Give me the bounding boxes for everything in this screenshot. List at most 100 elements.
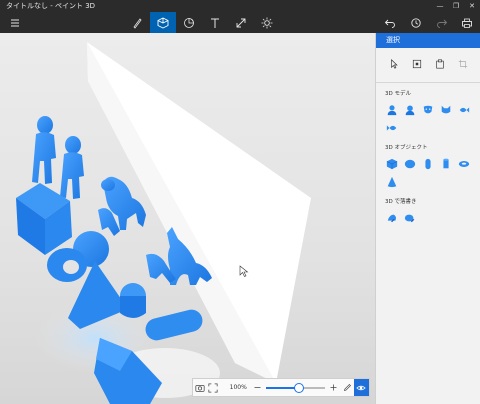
sphere-object-icon [404, 159, 416, 169]
section-3d-objects-title: 3D オブジェクト [385, 145, 428, 151]
paste-button[interactable] [434, 58, 446, 70]
text-tool-button[interactable] [202, 12, 228, 33]
woman-model-button[interactable] [403, 103, 417, 117]
panel-title: 選択 [376, 33, 480, 48]
undo-icon [384, 19, 395, 28]
3d-shapes-panel: 選択 3D モデル 3D オブジェクト 3D で落書き [375, 33, 480, 404]
cube-object-button[interactable] [385, 157, 399, 171]
dog-face-icon [423, 105, 433, 114]
selection-tools [376, 58, 480, 70]
panel-divider [376, 82, 480, 83]
section-3d-doodle-title: 3D で落書き [385, 199, 417, 205]
zoom-in-button[interactable] [327, 381, 340, 395]
torus-model[interactable] [47, 248, 87, 282]
capsule-object-button[interactable] [421, 157, 435, 171]
fish-icon [459, 107, 470, 113]
cube-icon [157, 16, 169, 29]
3d-scene[interactable] [0, 33, 375, 404]
torus-object-icon [458, 161, 470, 167]
redo-button[interactable] [429, 12, 455, 33]
pencil-icon [343, 384, 351, 391]
zoom-slider[interactable] [266, 382, 326, 393]
cylinder-object-icon [443, 158, 449, 169]
sun-icon [261, 17, 273, 28]
zoom-out-button[interactable] [251, 381, 264, 395]
3d-doodle-row [385, 211, 480, 225]
title-bar: タイトルなし - ペイント 3D — ❐ ✕ [0, 0, 480, 12]
man-model-button[interactable] [385, 103, 399, 117]
close-button[interactable]: ✕ [464, 0, 480, 12]
camera-button[interactable] [193, 381, 206, 395]
history-button[interactable] [403, 12, 429, 33]
cat-face-icon [441, 105, 451, 114]
dog-model-button[interactable] [421, 103, 435, 117]
zoom-bar: 100% [192, 378, 370, 397]
cylinder-object-button[interactable] [439, 157, 453, 171]
undo-button[interactable] [377, 12, 403, 33]
redo-icon [437, 19, 448, 28]
window-controls: — ❐ ✕ [432, 0, 480, 12]
main-toolbar [0, 12, 480, 33]
edit-view-button[interactable] [340, 381, 353, 395]
person-model-2[interactable] [60, 136, 84, 199]
canvas-tool-button[interactable] [228, 12, 254, 33]
brushes-tool-button[interactable] [124, 12, 150, 33]
clipboard-icon [436, 59, 444, 69]
cat-model-button[interactable] [439, 103, 453, 117]
person-model-1[interactable] [32, 116, 56, 184]
cube-object-icon [386, 158, 398, 170]
plus-icon [330, 384, 337, 391]
hamburger-icon [11, 19, 19, 26]
woman-icon [405, 105, 415, 116]
pointer-icon [390, 59, 398, 69]
fit-icon [208, 382, 218, 393]
sharp-doodle-button[interactable] [385, 211, 399, 225]
cylinder-model[interactable] [120, 283, 146, 318]
cone-object-button[interactable] [385, 175, 399, 189]
hamburger-menu-button[interactable] [2, 12, 28, 33]
capsule-model[interactable] [143, 307, 205, 342]
history-icon [411, 17, 421, 28]
eye-icon [356, 385, 367, 390]
3d-objects-row [385, 157, 480, 171]
minus-icon [254, 387, 261, 388]
fit-view-button[interactable] [206, 381, 219, 395]
text-icon [211, 18, 219, 28]
3d-view-button[interactable] [353, 379, 370, 396]
camera-icon [195, 384, 205, 392]
torus-object-button[interactable] [457, 157, 471, 171]
3d-canvas[interactable]: 100% [0, 33, 375, 404]
3d-models-row [385, 103, 480, 117]
fish-2-icon [386, 125, 397, 131]
print-button[interactable] [454, 12, 480, 33]
zoom-value: 100% [229, 384, 247, 391]
crop-icon [459, 59, 468, 69]
cone-object-icon [387, 176, 397, 188]
delete-selection-button[interactable] [457, 58, 469, 70]
effects-tool-button[interactable] [254, 12, 280, 33]
3d-objects-row-2 [385, 175, 480, 189]
soft-doodle-icon [404, 214, 415, 223]
region-select-icon [412, 59, 421, 69]
select-region-button[interactable] [411, 58, 423, 70]
brush-icon [133, 17, 142, 29]
sharp-doodle-icon [387, 214, 396, 223]
capsule-object-icon [425, 158, 431, 170]
3d-shapes-tool-button[interactable] [150, 12, 176, 33]
printer-icon [462, 18, 472, 28]
zoom-slider-thumb[interactable] [293, 382, 304, 393]
section-3d-models-title: 3D モデル [385, 91, 411, 97]
maximize-button[interactable]: ❐ [448, 0, 464, 12]
stickers-tool-button[interactable] [176, 12, 202, 33]
3d-models-row-2 [385, 121, 480, 135]
minimize-button[interactable]: — [432, 0, 448, 12]
man-icon [387, 105, 397, 116]
fish-model-button[interactable] [457, 103, 471, 117]
select-tool-button[interactable] [388, 58, 400, 70]
resize-icon [236, 18, 246, 27]
soft-doodle-button[interactable] [403, 211, 417, 225]
window-title: タイトルなし - ペイント 3D [6, 2, 96, 10]
sphere-object-button[interactable] [403, 157, 417, 171]
sticker-icon [184, 17, 194, 28]
sea-fish-model-button[interactable] [385, 121, 399, 135]
